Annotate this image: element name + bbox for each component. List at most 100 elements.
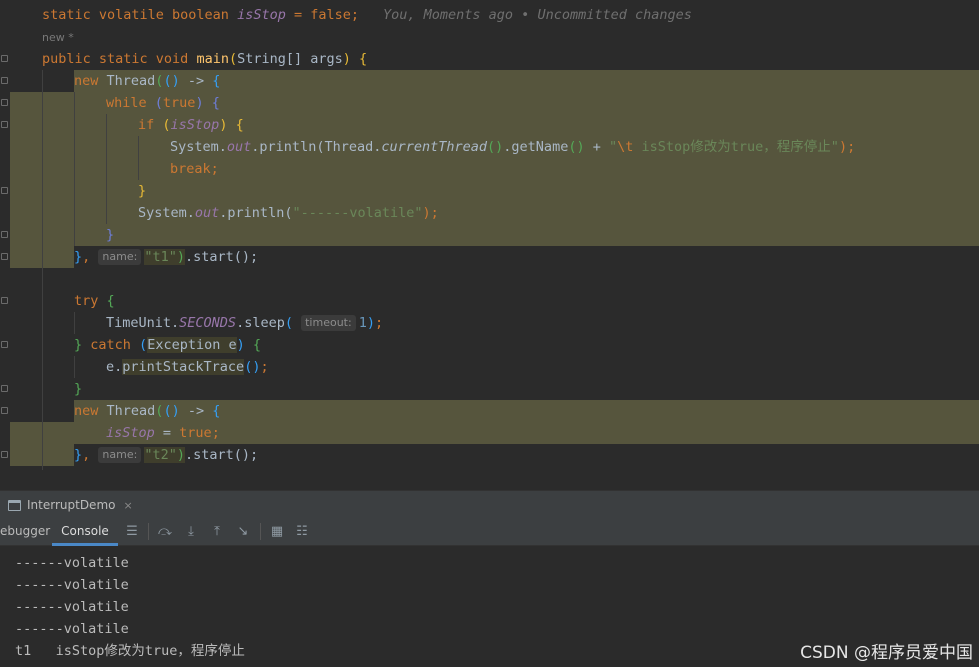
- code-params: String[] args: [237, 51, 343, 67]
- code-brace: {: [203, 95, 220, 111]
- code-line-thread-1[interactable]: new Thread(() -> {: [74, 70, 220, 92]
- code-keyword-new: new: [74, 73, 107, 89]
- code-equals: =: [154, 425, 180, 441]
- code-brace: }: [74, 249, 83, 265]
- code-class-timeunit: TimeUnit.: [106, 315, 180, 331]
- code-paren: ): [176, 249, 185, 265]
- fold-marker-icon[interactable]: [1, 121, 8, 128]
- code-string: ": [608, 139, 618, 155]
- code-line-assign[interactable]: isStop = true;: [106, 422, 220, 444]
- code-line-close-if[interactable]: }: [138, 180, 146, 202]
- code-line-thread-2-end[interactable]: }, name: "t2").start();: [74, 444, 258, 466]
- fold-marker-icon[interactable]: [1, 297, 8, 304]
- param-hint-timeout: timeout:: [301, 315, 356, 331]
- fold-marker-icon[interactable]: [1, 341, 8, 348]
- code-keyword-true: true: [179, 425, 212, 441]
- code-println: .println(: [219, 205, 293, 221]
- console-line: t1 isStop修改为true，程序停止: [15, 643, 245, 659]
- fold-marker-icon[interactable]: [1, 231, 8, 238]
- code-brace: }: [74, 447, 83, 463]
- code-exception-param: Exception e: [147, 337, 237, 353]
- indent-guide: [74, 92, 75, 246]
- code-field-name: isStop: [237, 7, 286, 23]
- trace-icon[interactable]: ☷: [293, 523, 311, 541]
- code-line-catch[interactable]: } catch (Exception e) {: [74, 334, 261, 356]
- code-brace: }: [106, 227, 115, 243]
- run-config-label: InterruptDemo: [27, 498, 116, 512]
- indent-guide: [74, 356, 75, 378]
- code-line-println-1[interactable]: System.out.println(Thread.currentThread(…: [170, 136, 855, 158]
- step-out-icon[interactable]: ⤒: [208, 523, 226, 541]
- code-enum-seconds: SECONDS: [179, 315, 237, 331]
- code-line-break[interactable]: break;: [170, 158, 219, 180]
- code-line-try[interactable]: try {: [74, 290, 115, 312]
- code-line-trace[interactable]: e.printStackTrace();: [106, 356, 269, 378]
- code-println: .println(: [251, 139, 325, 155]
- code-keywords: static volatile boolean: [42, 7, 238, 23]
- code-line-if[interactable]: if (isStop) {: [138, 114, 244, 136]
- code-paren: (: [284, 315, 302, 331]
- debug-toolbar: ebugger Console ☰ ⤼ ⤓ ⤒ ↘ ▦ ☷: [0, 517, 979, 546]
- code-method-printstacktrace: printStackTrace: [122, 359, 245, 375]
- console-output[interactable]: ------volatile ------volatile ------vola…: [0, 546, 979, 667]
- code-line-thread-2[interactable]: new Thread(() -> {: [74, 400, 220, 422]
- close-icon[interactable]: ×: [123, 499, 132, 512]
- indent-guide: [74, 312, 75, 334]
- code-system: System.: [138, 205, 195, 221]
- code-paren: (: [154, 95, 163, 111]
- run-window-icon: [8, 499, 21, 511]
- fold-marker-icon[interactable]: [1, 99, 8, 106]
- code-escape: \t: [617, 139, 634, 155]
- code-line-while[interactable]: while (true) {: [106, 92, 220, 114]
- code-brace: {: [212, 73, 221, 89]
- code-field-out: out: [194, 205, 220, 221]
- run-to-cursor-icon[interactable]: ↘: [234, 523, 252, 541]
- code-string: isStop修改为true，程序停止": [633, 139, 839, 155]
- new-author-tag[interactable]: new *: [42, 30, 74, 46]
- fold-marker-icon[interactable]: [1, 253, 8, 260]
- code-line-close-catch[interactable]: }: [74, 378, 82, 400]
- code-keyword-try: try: [74, 293, 107, 309]
- code-paren: (): [487, 139, 504, 155]
- code-arrow: ->: [179, 73, 213, 89]
- code-line-thread-1-end[interactable]: }, name: "t1").start();: [74, 246, 258, 268]
- code-brace: {: [244, 337, 261, 353]
- code-comma: ,: [82, 447, 99, 463]
- tab-console[interactable]: Console: [52, 517, 118, 546]
- code-line-println-2[interactable]: System.out.println("------volatile");: [138, 202, 439, 224]
- code-line-sleep[interactable]: TimeUnit.SECONDS.sleep( timeout: 1);: [106, 312, 383, 334]
- code-editor[interactable]: static volatile boolean isStop = false; Y…: [0, 0, 979, 490]
- code-field-name: isStop: [106, 425, 155, 441]
- fold-marker-icon[interactable]: [1, 55, 8, 62]
- code-brace: }: [74, 381, 83, 397]
- run-tool-window-header: InterruptDemo ×: [0, 490, 979, 517]
- indent-guide: [106, 114, 107, 224]
- tab-debugger[interactable]: ebugger: [0, 517, 50, 546]
- step-over-icon[interactable]: ⤼: [156, 523, 174, 541]
- toolbar-separator: [260, 523, 261, 540]
- step-into-icon[interactable]: ⤓: [182, 523, 200, 541]
- evaluate-icon[interactable]: ▦: [268, 523, 286, 541]
- indent-guide: [138, 136, 139, 180]
- fold-marker-icon[interactable]: [1, 77, 8, 84]
- fold-marker-icon[interactable]: [1, 451, 8, 458]
- fold-marker-icon[interactable]: [1, 385, 8, 392]
- code-semicolon: ;: [374, 315, 384, 331]
- fold-marker-icon[interactable]: [1, 187, 8, 194]
- code-line-field[interactable]: static volatile boolean isStop = false; Y…: [42, 4, 692, 26]
- run-config-tab[interactable]: InterruptDemo ×: [8, 495, 133, 515]
- code-line-close-while[interactable]: }: [106, 224, 114, 246]
- git-blame-annotation: You, Moments ago • Uncommitted changes: [383, 7, 692, 23]
- param-hint-name: name:: [98, 249, 142, 265]
- console-line: ------volatile: [15, 555, 129, 571]
- code-string: "------volatile": [292, 205, 423, 221]
- fold-marker-icon[interactable]: [1, 407, 8, 414]
- code-line-main[interactable]: public static void main(String[] args) {: [42, 48, 367, 70]
- code-brace: }: [138, 183, 147, 199]
- code-method-name: main: [196, 51, 229, 67]
- csdn-watermark: CSDN @程序员爱中国: [800, 643, 973, 663]
- code-paren: (): [568, 139, 585, 155]
- code-paren: (: [228, 51, 238, 67]
- menu-icon[interactable]: ☰: [123, 523, 141, 541]
- code-semicolon: ;: [211, 425, 220, 441]
